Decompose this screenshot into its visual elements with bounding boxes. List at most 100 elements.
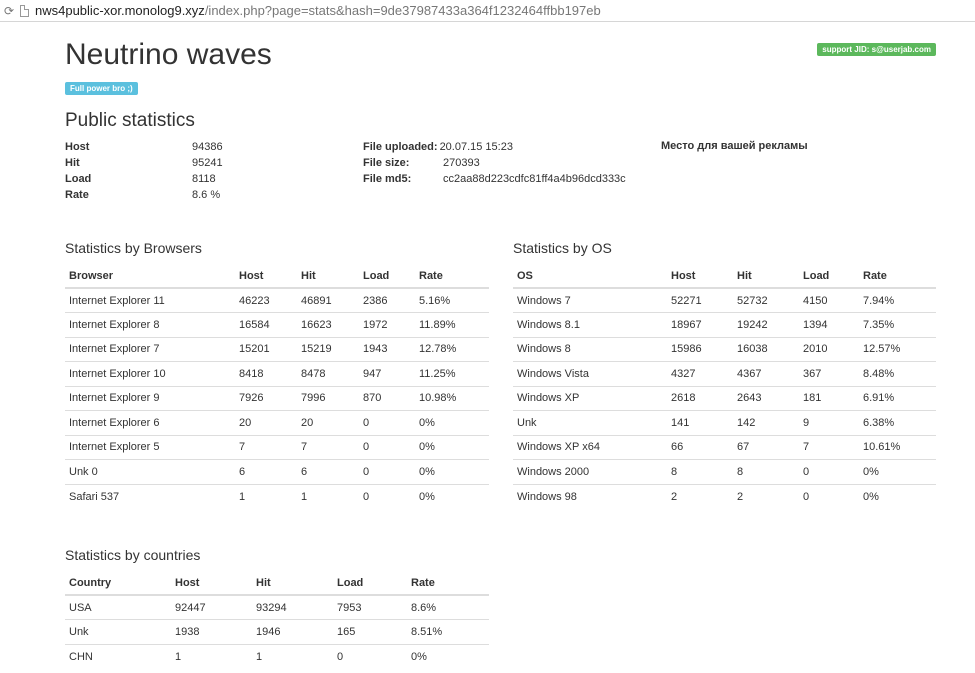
- file-uploaded-label: File uploaded:: [363, 141, 438, 153]
- table-cell: 4150: [803, 294, 828, 307]
- table-cell: Windows 7: [517, 294, 571, 307]
- address-bar[interactable]: ⟳ nws4public-xor.monolog9.xyz/index.php?…: [0, 0, 975, 22]
- table-cell: 6: [297, 459, 359, 484]
- table-cell: 0: [359, 459, 415, 484]
- table-cell: 0: [359, 483, 415, 509]
- table-cell: 11.89%: [415, 312, 489, 337]
- table-cell: Internet Explorer 11: [69, 294, 165, 307]
- table-cell: 7953: [337, 601, 362, 614]
- table-cell: 2386: [363, 294, 388, 307]
- table-row: Internet Explorer 7 15201 15219 1943 12.78%: [65, 336, 489, 362]
- table-cell: 19242: [733, 312, 799, 337]
- table-cell: Windows XP x64: [513, 434, 667, 460]
- table-cell: Safari 537: [65, 483, 235, 509]
- url-path: /index.php?page=stats&hash=9de37987433a3…: [204, 3, 601, 18]
- table-row: Internet Explorer 11 46223 46891 2386 5.16%: [65, 288, 489, 313]
- load-label: Load: [65, 173, 92, 185]
- url-text[interactable]: nws4public-xor.monolog9.xyz/index.php?pa…: [35, 3, 601, 18]
- table-cell: 0%: [415, 434, 489, 460]
- table-header-row: Browser Host Hit Load Rate: [65, 264, 489, 289]
- table-cell: 46891: [301, 294, 332, 307]
- column-header-hit: Hit: [252, 571, 333, 596]
- column-header-hit: Hit: [297, 264, 359, 289]
- table-cell: 2618: [667, 385, 733, 411]
- table-cell: 870: [359, 385, 415, 411]
- column-header-host: Host: [171, 571, 252, 596]
- table-cell: 1: [235, 483, 297, 509]
- table-cell: 52271: [671, 294, 702, 307]
- table-cell: 7996: [297, 385, 359, 411]
- table-cell: 1946: [252, 619, 333, 644]
- file-uploaded-value: 20.07.15 15:23: [439, 141, 513, 153]
- table-cell: 1: [297, 483, 359, 509]
- public-stats-summary: Host 94386 Hit 95241 Load 8118 Rate 8.6 %: [65, 139, 223, 203]
- table-cell: Windows 8: [513, 336, 667, 362]
- table-cell: 93294: [256, 601, 287, 614]
- table-cell: USA: [69, 601, 92, 614]
- table-cell: Unk: [513, 410, 667, 435]
- table-cell: 12.78%: [415, 336, 489, 362]
- table-row: Internet Explorer 8 16584 16623 1972 11.89%: [65, 312, 489, 337]
- table-cell: 16623: [297, 312, 359, 337]
- table-row: Unk 141 142 9 6.38%: [513, 410, 936, 435]
- table-cell: 10.61%: [859, 434, 936, 460]
- host-label: Host: [65, 141, 90, 153]
- table-cell: 1: [171, 643, 252, 669]
- table-cell: 8.48%: [859, 361, 936, 386]
- table-cell: 1938: [171, 619, 252, 644]
- file-md5-value: cc2aa88d223cdfc81ff4a4b96dcd333c: [443, 173, 626, 185]
- table-cell: 15219: [297, 336, 359, 362]
- table-cell: 4327: [667, 361, 733, 386]
- table-row: Internet Explorer 5 7 7 0 0%: [65, 434, 489, 460]
- table-cell: 15201: [235, 336, 297, 362]
- table-cell: Windows 98: [513, 483, 667, 509]
- table-cell: Windows 2000: [513, 459, 667, 484]
- table-cell: 4367: [733, 361, 799, 386]
- column-header-rate: Rate: [407, 571, 489, 596]
- table-row: Internet Explorer 9 7926 7996 870 10.98%: [65, 385, 489, 411]
- table-cell: 947: [359, 361, 415, 386]
- table-cell: 7: [297, 434, 359, 460]
- table-cell: 141: [667, 410, 733, 435]
- table-cell: 2010: [799, 336, 859, 362]
- table-cell: 16584: [235, 312, 297, 337]
- table-cell: 10.98%: [415, 385, 489, 411]
- column-header-os: OS: [513, 264, 667, 289]
- column-header-host: Host: [667, 264, 733, 289]
- countries-title: Statistics by countries: [65, 547, 201, 563]
- table-cell: Internet Explorer 7: [65, 336, 235, 362]
- table-row: Windows 8 15986 16038 2010 12.57%: [513, 336, 936, 362]
- column-header-load: Load: [359, 264, 415, 289]
- table-cell: 0%: [859, 483, 936, 509]
- page-icon: [20, 4, 29, 17]
- table-cell: 7.35%: [859, 312, 936, 337]
- table-row: USA 92447 93294 7953 8.6%: [65, 595, 489, 620]
- table-cell: 66: [667, 434, 733, 460]
- table-cell: 9: [799, 410, 859, 435]
- countries-table: Country Host Hit Load Rate USA 92447 93294 7953…: [65, 571, 489, 669]
- load-value: 8118: [192, 173, 216, 185]
- table-cell: 1972: [359, 312, 415, 337]
- hit-label: Hit: [65, 157, 80, 169]
- table-cell: 6: [235, 459, 297, 484]
- reload-icon[interactable]: ⟳: [2, 4, 16, 18]
- table-cell: Internet Explorer 8: [65, 312, 235, 337]
- table-cell: 0%: [415, 410, 489, 435]
- table-cell: 8: [733, 459, 799, 484]
- table-cell: 0: [359, 434, 415, 460]
- table-cell: 8: [667, 459, 733, 484]
- os-title: Statistics by OS: [513, 240, 612, 256]
- table-cell: Internet Explorer 9: [65, 385, 235, 411]
- table-cell: 142: [733, 410, 799, 435]
- table-cell: 2: [667, 483, 733, 509]
- table-cell: Windows XP: [513, 385, 667, 411]
- table-cell: 7926: [235, 385, 297, 411]
- table-cell: 7: [235, 434, 297, 460]
- file-size-label: File size:: [363, 157, 410, 169]
- table-cell: 18967: [667, 312, 733, 337]
- table-cell: 2: [733, 483, 799, 509]
- table-cell: 67: [733, 434, 799, 460]
- table-cell: 1943: [359, 336, 415, 362]
- table-cell: 1: [252, 643, 333, 669]
- file-md5-label: File md5:: [363, 173, 412, 185]
